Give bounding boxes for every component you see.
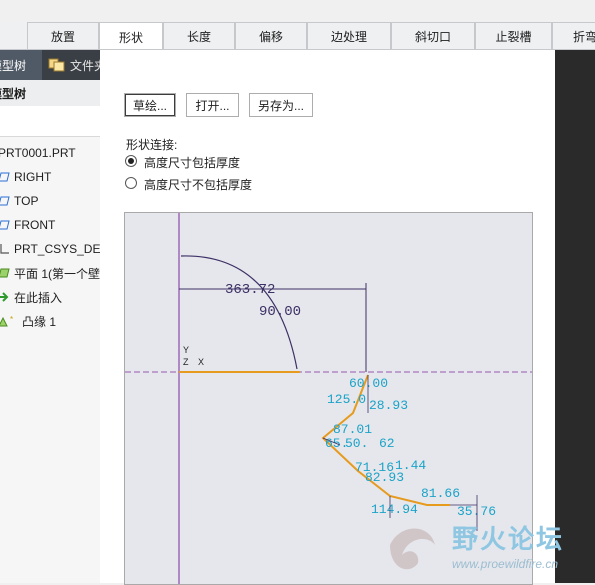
- tree-item-label: 凸缘 1: [22, 314, 57, 329]
- tree-toolbar: [0, 106, 100, 137]
- dim-50-label: 50.: [345, 436, 368, 451]
- tab-label: 边处理: [330, 29, 367, 44]
- dim-87-label: 87.01: [333, 422, 372, 437]
- tab-model-tree-label: 模型树: [0, 58, 27, 73]
- dim-60-label: 60.00: [349, 376, 388, 391]
- tree-item-label: 在此插入: [14, 290, 63, 305]
- svg-text:*: *: [10, 315, 13, 324]
- watermark-url: www.proewildfire.cn: [452, 557, 559, 571]
- dim-90-label: 90.00: [259, 304, 301, 320]
- tree-item-right[interactable]: RIGHT: [0, 167, 100, 187]
- dim-363-label: 363.72: [225, 282, 275, 298]
- csys-y-label: Y: [183, 345, 189, 355]
- dim-28-label: 28.93: [369, 398, 408, 413]
- csys-z-label: Z: [183, 357, 189, 367]
- tree-item-front[interactable]: FRONT: [0, 215, 100, 235]
- dim-81-label: 81.66: [421, 486, 460, 501]
- csys-icon: [0, 243, 10, 255]
- left-panel-tabs: 模型树 文件夹: [0, 50, 100, 80]
- dim-125-label: 125.0: [327, 392, 366, 407]
- tab-miter-cut[interactable]: 斜切口: [391, 22, 475, 49]
- tab-label: 放置: [50, 29, 75, 44]
- flat-wall-icon: [0, 267, 10, 279]
- datum-plane-icon: [0, 171, 10, 183]
- tab-bend[interactable]: 折弯: [552, 22, 595, 49]
- insert-arrow-icon: [0, 291, 10, 303]
- tab-length[interactable]: 长度: [163, 22, 235, 49]
- tab-label: 形状: [118, 30, 143, 45]
- ribbon-tabs: 放置 形状 长度 偏移 边处理 斜切口 止裂槽 折弯: [0, 22, 595, 51]
- open-button[interactable]: 打开...: [186, 93, 239, 117]
- model-tree-header-label: 模型树: [0, 86, 27, 101]
- tree-item-flat-wall[interactable]: 平面 1(第一个壁): [0, 263, 100, 283]
- save-as-button-label: 另存为...: [257, 98, 304, 113]
- sketch-button[interactable]: 草绘...: [124, 93, 176, 117]
- watermark: 野火论坛 www.proewildfire.cn: [380, 515, 595, 583]
- model-tree-header: 模型树: [0, 80, 100, 106]
- csys-x-label: X: [198, 357, 204, 367]
- tree-item-part[interactable]: PRT0001.PRT: [0, 143, 100, 163]
- radio-exclude-thickness[interactable]: [125, 177, 137, 189]
- sketch-button-label: 草绘...: [132, 98, 167, 113]
- flange-dimensions: 60.00 125.0 28.93 87.01 65. 50. 62 71.16…: [325, 376, 496, 519]
- radio-include-thickness-label: 高度尺寸包括厚度: [144, 156, 241, 170]
- datum-plane-icon: [0, 219, 10, 231]
- graphics-area[interactable]: [555, 50, 595, 583]
- tab-edge-treatment[interactable]: 边处理: [307, 22, 391, 49]
- tab-placement[interactable]: 放置: [27, 22, 99, 49]
- dim-62-label: 62: [379, 436, 395, 451]
- tree-item-insert-here[interactable]: 在此插入: [0, 287, 100, 307]
- tab-folder[interactable]: 文件夹: [42, 50, 100, 80]
- tree-item-label: RIGHT: [14, 170, 52, 184]
- tab-offset[interactable]: 偏移: [235, 22, 307, 49]
- tree-item-label: FRONT: [14, 218, 56, 232]
- shape-connection-label: 形状连接:: [126, 138, 178, 152]
- datum-plane-icon: [0, 195, 10, 207]
- tree-item-label: PRT_CSYS_DEF: [14, 242, 100, 256]
- tab-label: 斜切口: [414, 29, 451, 44]
- left-panel: 模型树 文件夹 模型树 PRT0001.PRT RIGHT TOP FRONT: [0, 50, 101, 583]
- folder-icon: [48, 56, 66, 75]
- watermark-title: 野火论坛: [452, 524, 565, 554]
- tree-item-label: 平面 1(第一个壁): [14, 266, 100, 281]
- tree-item-label: PRT0001.PRT: [0, 146, 76, 160]
- tree-item-flange[interactable]: * 凸缘 1: [0, 311, 100, 331]
- open-button-label: 打开...: [195, 98, 230, 113]
- radio-exclude-thickness-label: 高度尺寸不包括厚度: [144, 178, 253, 192]
- flange-icon: *: [0, 314, 20, 328]
- tree-item-top[interactable]: TOP: [0, 191, 100, 211]
- tab-label: 折弯: [573, 29, 595, 44]
- tab-shape[interactable]: 形状: [99, 22, 163, 51]
- save-as-button[interactable]: 另存为...: [249, 93, 313, 117]
- tree-item-csys[interactable]: PRT_CSYS_DEF: [0, 239, 100, 259]
- tab-label: 偏移: [258, 29, 283, 44]
- dim-82-label: 82.93: [365, 470, 404, 485]
- shape-panel: 草绘... 打开... 另存为... 形状连接: 高度尺寸包括厚度 高度尺寸不包…: [100, 50, 555, 585]
- tab-folder-label: 文件夹: [70, 58, 100, 73]
- tab-label: 止裂槽: [495, 29, 532, 44]
- radio-selected-dot: [128, 158, 134, 164]
- radio-include-thickness[interactable]: [125, 155, 137, 167]
- tab-relief[interactable]: 止裂槽: [475, 22, 552, 49]
- tab-model-tree[interactable]: 模型树: [0, 50, 42, 80]
- tab-label: 长度: [186, 29, 211, 44]
- tree-item-label: TOP: [14, 194, 39, 208]
